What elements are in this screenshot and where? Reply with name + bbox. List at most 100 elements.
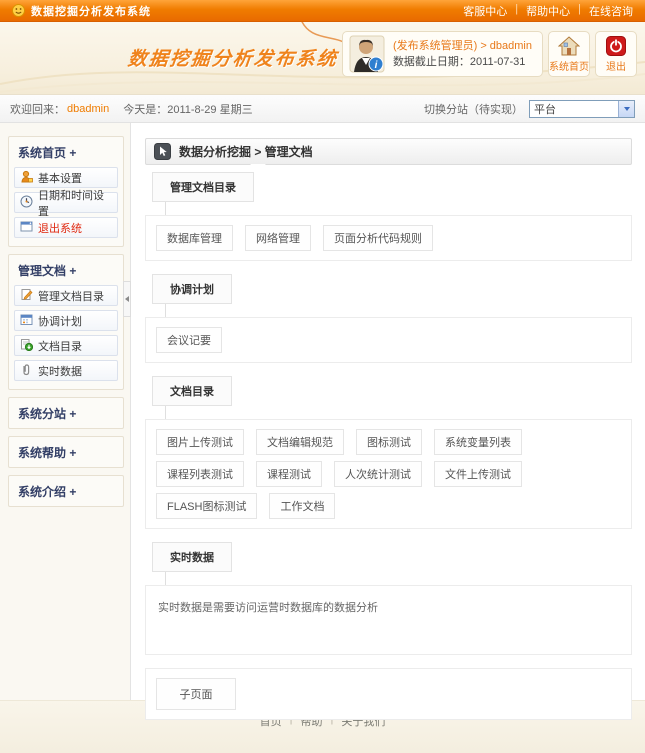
- sidebar-item[interactable]: 基本设置: [14, 167, 118, 188]
- tab-connector: [165, 406, 166, 419]
- sidebar: 系统首页 +基本设置日期和时间设置退出系统管理文档 +管理文档目录协调计划文档目…: [0, 123, 130, 700]
- sidebar-section-title[interactable]: 系统分站 +: [9, 398, 123, 428]
- sidebar-item[interactable]: 实时数据: [14, 360, 118, 381]
- sidebar-section-title[interactable]: 系统帮助 +: [9, 437, 123, 467]
- user-role: (发布系统管理员) > dbadmin: [393, 38, 532, 54]
- sidebar-section: 系统分站 +: [8, 397, 124, 429]
- sidebar-item[interactable]: 日期和时间设置: [14, 192, 118, 213]
- svg-text:i: i: [375, 60, 378, 71]
- switch-site-label: 切换分站（待实现）: [424, 101, 523, 117]
- sidebar-item[interactable]: 退出系统: [14, 217, 118, 238]
- doc-link-button[interactable]: 课程列表测试: [156, 461, 244, 487]
- user-card: i (发布系统管理员) > dbadmin 数据截止日期：2011-07-31: [342, 31, 543, 77]
- home-button[interactable]: 系统首页: [548, 31, 590, 77]
- section-tab[interactable]: 协调计划: [152, 274, 232, 304]
- sidebar-section-title[interactable]: 管理文档 +: [9, 255, 123, 285]
- doc-link-button[interactable]: 人次统计测试: [334, 461, 422, 487]
- sidebar-item[interactable]: 文档目录: [14, 335, 118, 356]
- button-row: 会议记要: [156, 327, 621, 353]
- button-row: 子页面: [156, 678, 621, 710]
- page-cursor-icon: [154, 143, 171, 160]
- today-date: 今天是：2011-8-29 星期三: [123, 101, 252, 117]
- tab-connector: [165, 572, 166, 585]
- power-icon: [605, 36, 627, 56]
- doc-link-button[interactable]: 图标测试: [356, 429, 422, 455]
- smiley-icon: [12, 4, 25, 17]
- sidebar-section-title[interactable]: 系统首页 +: [9, 137, 123, 167]
- sidebar-section-title[interactable]: 系统介绍 +: [9, 476, 123, 506]
- header: 数据挖掘分析发布系统 i (发布系统管理员) > dbadmin 数据截止日期：…: [0, 22, 645, 95]
- topbar-link-2[interactable]: 帮助中心: [526, 3, 570, 19]
- topbar: 数据挖掘分析发布系统 客服中心|帮助中心|在线咨询: [0, 0, 645, 22]
- sidebar-item[interactable]: 协调计划: [14, 310, 118, 331]
- sidebar-item-label: 实时数据: [38, 363, 82, 379]
- doc-link-button[interactable]: 文件上传测试: [434, 461, 522, 487]
- sidebar-section: 管理文档 + 管理文档目录协调计划文档目录实时数据: [8, 254, 124, 390]
- section-panel: 数据库管理网络管理页面分析代码规则: [145, 215, 632, 261]
- section-tab[interactable]: 实时数据: [152, 542, 232, 572]
- doc-link-button[interactable]: 系统变量列表: [434, 429, 522, 455]
- logo-text: 数据挖掘分析发布系统: [127, 44, 340, 71]
- breadcrumb-bar: 数据分析挖掘 > 管理文档: [145, 138, 632, 165]
- sidebar-collapse-handle[interactable]: [123, 281, 131, 317]
- sidebar-item-label: 退出系统: [38, 220, 82, 236]
- content-sections: 管理文档目录数据库管理网络管理页面分析代码规则协调计划会议记要文档目录图片上传测…: [145, 172, 632, 720]
- window-icon: [20, 220, 33, 233]
- logout-button[interactable]: 退出: [595, 31, 637, 77]
- calendar-icon: [20, 313, 33, 326]
- section-tab[interactable]: 文档目录: [152, 376, 232, 406]
- logout-button-label: 退出: [606, 58, 626, 73]
- section-panel: 图片上传测试文档编辑规范图标测试系统变量列表课程列表测试课程测试人次统计测试文件…: [145, 419, 632, 529]
- site-select-value: 平台: [530, 101, 618, 117]
- select-dropdown-arrow-icon[interactable]: [618, 101, 634, 117]
- tab-connector: [165, 202, 166, 215]
- paperclip-icon: [20, 363, 33, 376]
- topbar-links: 客服中心|帮助中心|在线咨询: [463, 3, 633, 19]
- section-panel: 会议记要: [145, 317, 632, 363]
- section-panel: 子页面: [145, 668, 632, 720]
- edit-doc-icon: [20, 288, 33, 301]
- doc-link-button[interactable]: 子页面: [156, 678, 236, 710]
- topbar-link-3[interactable]: 在线咨询: [589, 3, 633, 19]
- user-settings-icon: [20, 170, 33, 183]
- content-area: 数据分析挖掘 > 管理文档 管理文档目录数据库管理网络管理页面分析代码规则协调计…: [130, 123, 645, 700]
- folder-download-icon: [20, 338, 33, 351]
- breadcrumb-notch: [250, 164, 266, 171]
- topbar-link-1[interactable]: 客服中心: [463, 3, 507, 19]
- app-title: 数据挖掘分析发布系统: [31, 3, 151, 19]
- user-area: i (发布系统管理员) > dbadmin 数据截止日期：2011-07-31 …: [342, 31, 637, 77]
- welcome-greeting: 欢迎回来：: [10, 101, 65, 117]
- doc-link-button[interactable]: 图片上传测试: [156, 429, 244, 455]
- site-select[interactable]: 平台: [529, 100, 635, 118]
- tab-connector: [165, 304, 166, 317]
- sidebar-item-label: 基本设置: [38, 170, 82, 186]
- button-row: 数据库管理网络管理页面分析代码规则: [156, 225, 621, 251]
- avatar: i: [349, 35, 385, 73]
- home-icon: [558, 36, 580, 56]
- sidebar-item-label: 协调计划: [38, 313, 82, 329]
- sidebar-item-label: 管理文档目录: [38, 288, 104, 304]
- button-row: 图片上传测试文档编辑规范图标测试系统变量列表课程列表测试课程测试人次统计测试文件…: [156, 429, 621, 519]
- doc-link-button[interactable]: 课程测试: [256, 461, 322, 487]
- doc-link-button[interactable]: FLASH图标测试: [156, 493, 257, 519]
- sidebar-section: 系统帮助 +: [8, 436, 124, 468]
- doc-link-button[interactable]: 网络管理: [245, 225, 311, 251]
- sidebar-item[interactable]: 管理文档目录: [14, 285, 118, 306]
- section-note: 实时数据是需要访问运营时数据库的数据分析: [156, 595, 621, 645]
- welcome-username: dbadmin: [67, 103, 109, 115]
- sidebar-section: 系统介绍 +: [8, 475, 124, 507]
- doc-link-button[interactable]: 页面分析代码规则: [323, 225, 433, 251]
- doc-link-button[interactable]: 数据库管理: [156, 225, 233, 251]
- home-button-label: 系统首页: [549, 58, 589, 73]
- section-tab[interactable]: 管理文档目录: [152, 172, 254, 202]
- section-panel: 实时数据是需要访问运营时数据库的数据分析: [145, 585, 632, 655]
- doc-link-button[interactable]: 文档编辑规范: [256, 429, 344, 455]
- sidebar-section: 系统首页 +基本设置日期和时间设置退出系统: [8, 136, 124, 247]
- collapse-arrow-icon: [125, 296, 129, 302]
- sidebar-item-label: 日期和时间设置: [38, 187, 112, 219]
- doc-link-button[interactable]: 会议记要: [156, 327, 222, 353]
- breadcrumb: 数据分析挖掘 > 管理文档: [179, 143, 313, 160]
- data-cutoff-date: 数据截止日期：2011-07-31: [393, 54, 532, 70]
- sidebar-item-label: 文档目录: [38, 338, 82, 354]
- doc-link-button[interactable]: 工作文档: [269, 493, 335, 519]
